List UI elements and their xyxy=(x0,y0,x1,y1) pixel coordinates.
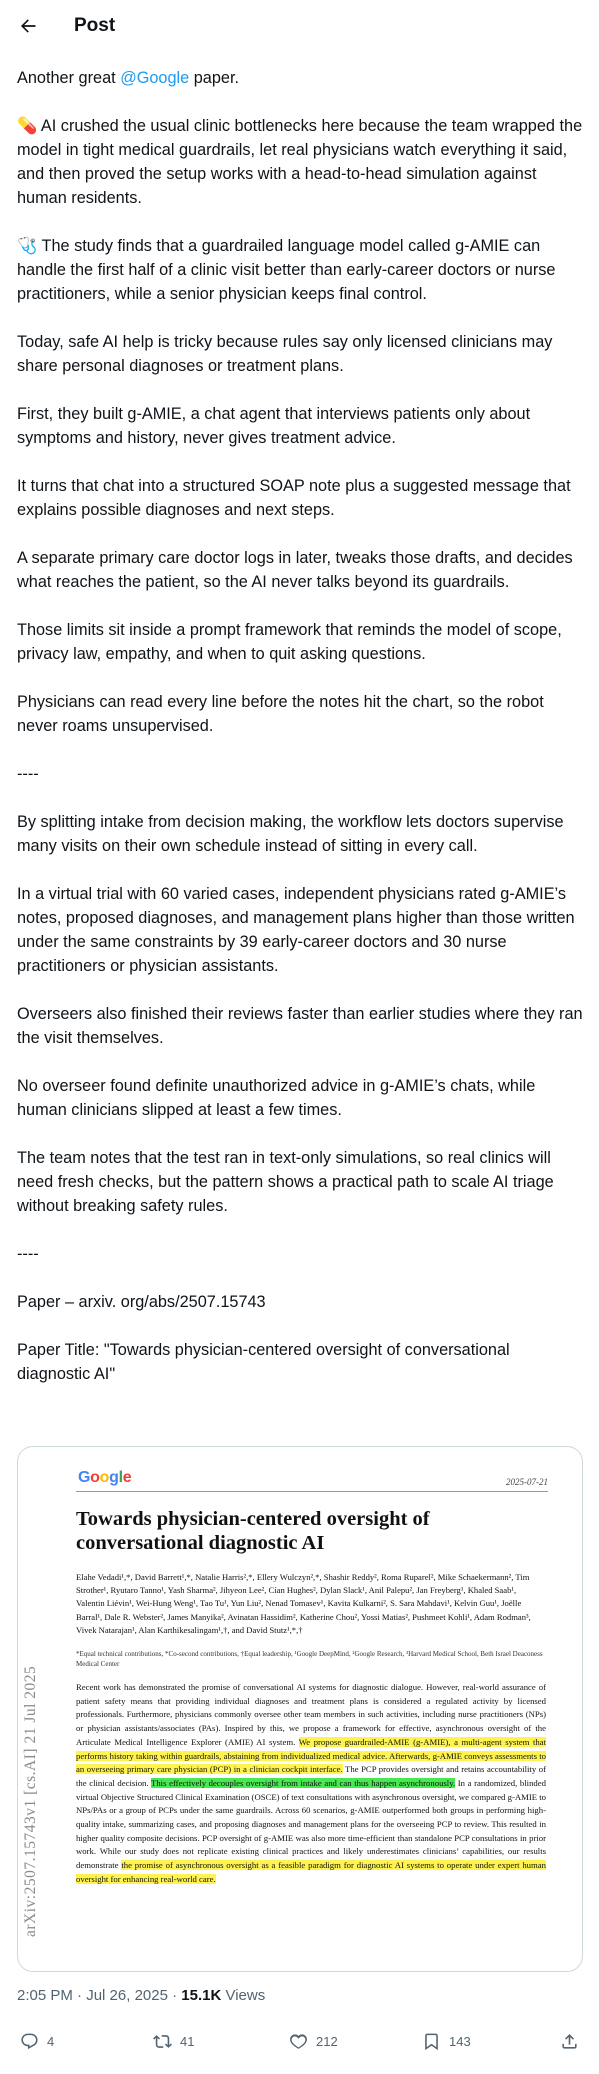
paper-authors: Elahe Vedadi¹,*, David Barrett¹,*, Natal… xyxy=(76,1572,531,1635)
tweet-paragraph: 🩺 The study finds that a guardrailed lan… xyxy=(17,237,556,303)
tweet-paragraph: First, they built g-AMIE, a chat agent t… xyxy=(17,405,531,447)
tweet-paragraph: It turns that chat into a structured SOA… xyxy=(17,477,571,519)
tweet-intro: Another great @Google paper. xyxy=(17,66,583,90)
like-button[interactable]: 212 xyxy=(289,2032,338,2051)
paper-link-text: Paper – arxiv. org/abs/2507.15743 xyxy=(17,1293,266,1311)
tweet-paragraph: By splitting intake from decision making… xyxy=(17,813,564,855)
mention-link[interactable]: @Google xyxy=(120,69,189,87)
top-bar: Post xyxy=(0,0,599,52)
views-label: Views xyxy=(221,1987,266,2004)
arrow-left-icon xyxy=(21,19,36,33)
tweet-paragraph: No overseer found definite unauthorized … xyxy=(17,1077,536,1119)
tweet-paragraph: 💊 AI crushed the usual clinic bottleneck… xyxy=(17,117,583,207)
paper-first-page: Google 2025-07-21 Towards physician-cent… xyxy=(18,1447,582,1971)
reply-button[interactable]: 4 xyxy=(20,2032,54,2051)
tweet-paragraph: A separate primary care doctor logs in l… xyxy=(17,549,573,591)
reply-icon xyxy=(21,2033,38,2050)
paper-title-text: Paper Title: "Towards physician-centered… xyxy=(17,1341,510,1383)
arxiv-stamp: arXiv:2507.15743v1 [cs.AI] 21 Jul 2025 xyxy=(22,1665,39,1937)
intro-text: Another great xyxy=(17,69,121,87)
intro-suffix: paper. xyxy=(189,69,240,87)
tweet-paragraph: Today, safe AI help is tricky because ru… xyxy=(17,333,553,375)
divider xyxy=(76,1491,548,1492)
tweet-paragraph: Overseers also finished their reviews fa… xyxy=(17,1005,583,1047)
paper-heading: Towards physician-centered oversight of … xyxy=(76,1508,430,1554)
abstract-highlight-yellow: the promise of asynchronous oversight as… xyxy=(76,1860,546,1884)
tweet-paragraph: Physicians can read every line before th… xyxy=(17,693,544,735)
tweet-paragraph: In a virtual trial with 60 varied cases,… xyxy=(17,885,575,975)
share-button[interactable] xyxy=(560,2032,587,2051)
bookmark-count: 143 xyxy=(449,2034,471,2049)
repost-button[interactable]: 41 xyxy=(153,2032,194,2051)
back-button[interactable] xyxy=(10,8,46,44)
abstract-text: In a randomized, blinded virtual Objecti… xyxy=(76,1777,546,1871)
post-meta: 2:05 PM · Jul 26, 2025 · 15.1K Views xyxy=(17,1987,265,2004)
paper-image-card[interactable]: Google 2025-07-21 Towards physician-cent… xyxy=(17,1446,583,1972)
views-count: 15.1K xyxy=(181,1987,222,2004)
tweet-paragraph: The team notes that the test ran in text… xyxy=(17,1149,554,1215)
divider-text: ---- xyxy=(17,1245,39,1263)
paper-abstract: Recent work has demonstrated the promise… xyxy=(76,1681,546,1887)
page-title: Post xyxy=(74,15,116,36)
repost-icon xyxy=(153,2035,172,2048)
post-time[interactable]: 2:05 PM xyxy=(17,1987,73,2004)
bookmark-button[interactable]: 143 xyxy=(422,2032,471,2051)
action-bar: 4 41 212 143 xyxy=(0,2032,599,2058)
reply-count: 4 xyxy=(47,2034,55,2049)
bookmark-icon xyxy=(425,2033,438,2051)
heart-icon xyxy=(290,2034,307,2049)
google-logo: Google xyxy=(78,1469,132,1486)
paper-affiliations: *Equal technical contributions, *Co-seco… xyxy=(76,1650,543,1668)
divider-text: ---- xyxy=(17,765,39,783)
tweet-paragraph: Those limits sit inside a prompt framewo… xyxy=(17,621,562,663)
abstract-highlight-green: This effectively decouples oversight fro… xyxy=(151,1777,456,1788)
post-date[interactable]: Jul 26, 2025 xyxy=(86,1987,168,2004)
share-icon xyxy=(562,2034,577,2049)
paper-date: 2025-07-21 xyxy=(506,1477,548,1487)
separator: · xyxy=(72,1987,87,2004)
tweet-text: Another great @Google paper. 💊 AI crushe… xyxy=(17,66,583,1410)
repost-count: 41 xyxy=(180,2034,195,2049)
separator: · xyxy=(167,1987,182,2004)
like-count: 212 xyxy=(316,2034,338,2049)
